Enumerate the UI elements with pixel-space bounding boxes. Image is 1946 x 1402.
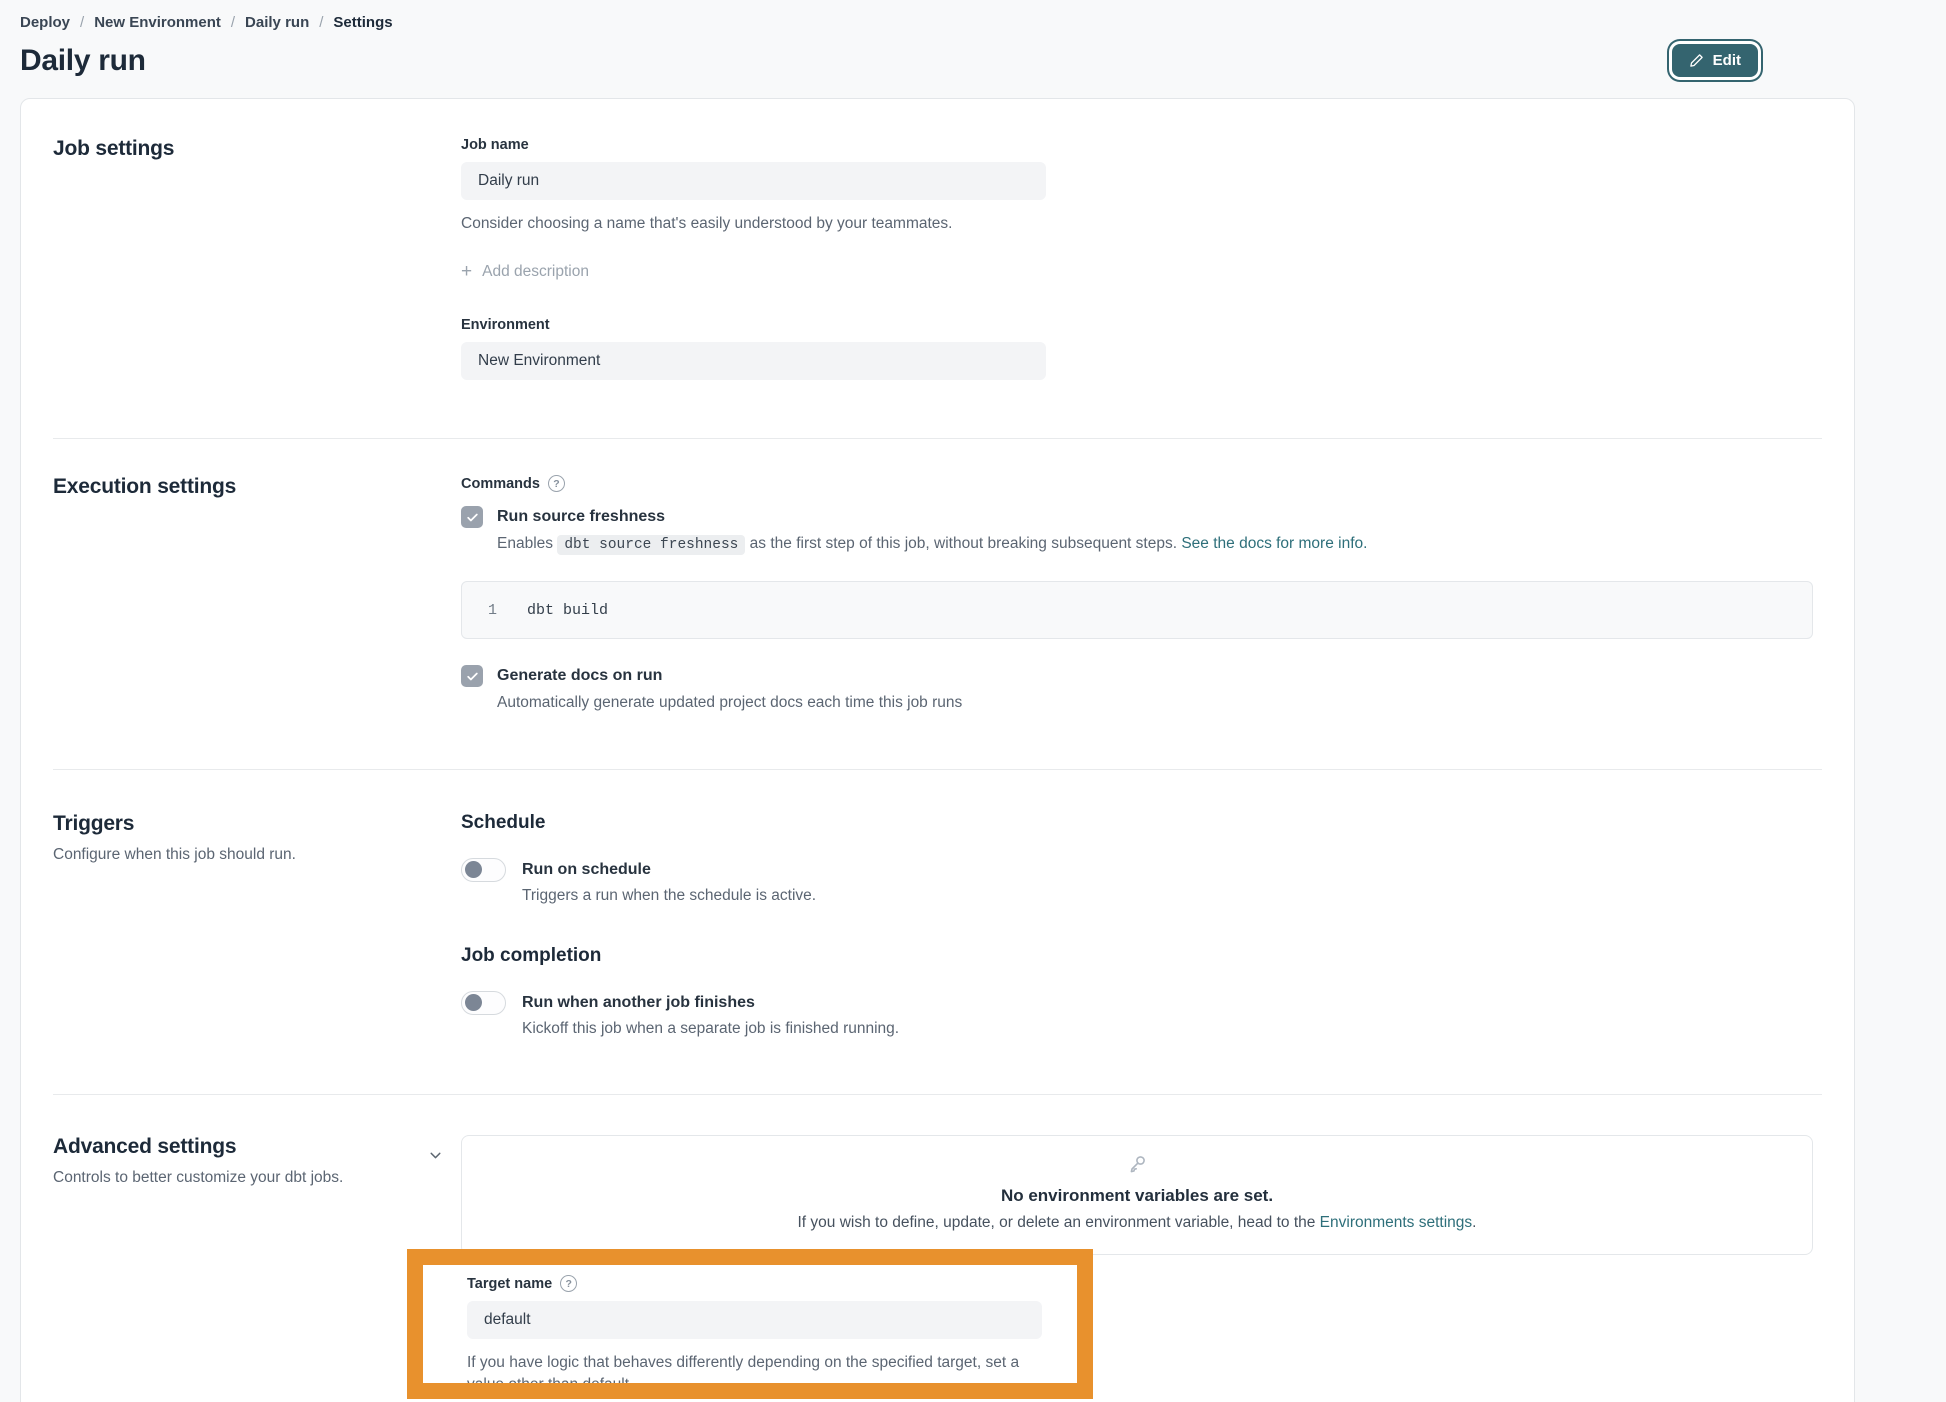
environments-settings-link[interactable]: Environments settings xyxy=(1320,1214,1473,1231)
generate-docs-row: Generate docs on run xyxy=(461,665,1822,687)
section-triggers: Triggers Configure when this job should … xyxy=(53,769,1822,1094)
breadcrumb-settings-current: Settings xyxy=(333,14,392,31)
generate-docs-desc: Automatically generate updated project d… xyxy=(497,691,1822,715)
job-name-label: Job name xyxy=(461,137,1822,153)
section-advanced-settings: Advanced settings Controls to better cus… xyxy=(53,1094,1822,1402)
breadcrumb-separator: / xyxy=(231,14,235,31)
target-name-helper: If you have logic that behaves different… xyxy=(467,1352,1057,1383)
add-description-label: Add description xyxy=(482,263,589,281)
edit-button[interactable]: Edit xyxy=(1672,44,1758,77)
breadcrumb-separator: / xyxy=(319,14,323,31)
run-when-job-finishes-label: Run when another job finishes xyxy=(522,992,755,1014)
run-source-freshness-desc: Enables dbt source freshness as the firs… xyxy=(497,532,1822,557)
pencil-icon xyxy=(1689,53,1704,68)
run-on-schedule-desc: Triggers a run when the schedule is acti… xyxy=(522,887,1822,905)
env-info-post: . xyxy=(1472,1214,1476,1231)
breadcrumb-deploy[interactable]: Deploy xyxy=(20,14,70,31)
env-variables-empty-info: If you wish to define, update, or delete… xyxy=(482,1214,1792,1232)
commands-code-editor[interactable]: 1 dbt build xyxy=(461,581,1813,639)
target-name-input[interactable] xyxy=(467,1301,1042,1339)
page-header: Deploy / New Environment / Daily run / S… xyxy=(0,0,1855,78)
check-icon xyxy=(466,670,479,683)
target-name-group: Target name ? If you have logic that beh… xyxy=(423,1265,1077,1383)
generate-docs-checkbox[interactable] xyxy=(461,665,483,687)
add-description-button[interactable]: + Add description xyxy=(461,263,589,281)
code-line-number: 1 xyxy=(488,602,497,619)
annotation-highlight-box: Target name ? If you have logic that beh… xyxy=(407,1249,1093,1399)
run-source-freshness-checkbox[interactable] xyxy=(461,506,483,528)
environment-input[interactable] xyxy=(461,342,1046,380)
section-job-settings: Job settings Job name Consider choosing … xyxy=(53,99,1822,438)
breadcrumb: Deploy / New Environment / Daily run / S… xyxy=(20,14,1855,31)
triggers-heading: Triggers xyxy=(53,812,461,836)
run-when-job-finishes-row: Run when another job finishes xyxy=(461,991,1822,1015)
run-when-job-finishes-toggle[interactable] xyxy=(461,991,506,1015)
inline-code-chip: dbt source freshness xyxy=(557,535,745,555)
collapse-section-button[interactable] xyxy=(427,1147,444,1167)
edit-button-label: Edit xyxy=(1713,52,1741,69)
execution-settings-heading: Execution settings xyxy=(53,475,461,499)
run-on-schedule-toggle[interactable] xyxy=(461,858,506,882)
job-name-helper: Consider choosing a name that's easily u… xyxy=(461,213,1822,235)
env-variables-empty-card: No environment variables are set. If you… xyxy=(461,1135,1813,1255)
toggle-knob xyxy=(465,861,482,878)
run-source-freshness-label: Run source freshness xyxy=(497,506,665,528)
job-name-input[interactable] xyxy=(461,162,1046,200)
breadcrumb-separator: / xyxy=(80,14,84,31)
freshness-desc-pre: Enables xyxy=(497,535,553,552)
advanced-settings-heading: Advanced settings xyxy=(53,1135,461,1159)
settings-card: Job settings Job name Consider choosing … xyxy=(20,98,1855,1402)
plus-icon: + xyxy=(461,265,472,279)
breadcrumb-job[interactable]: Daily run xyxy=(245,14,309,31)
chevron-down-icon xyxy=(427,1147,444,1164)
target-name-label: Target name xyxy=(467,1276,552,1292)
commands-label: Commands xyxy=(461,476,540,492)
check-icon xyxy=(466,511,479,524)
section-execution-settings: Execution settings Commands ? Run source… xyxy=(53,438,1822,769)
generate-docs-label: Generate docs on run xyxy=(497,665,662,687)
env-info-pre: If you wish to define, update, or delete… xyxy=(798,1214,1320,1231)
run-on-schedule-row: Run on schedule xyxy=(461,858,1822,882)
environment-label: Environment xyxy=(461,317,1822,333)
docs-link[interactable]: See the docs for more info. xyxy=(1181,535,1367,552)
job-settings-heading: Job settings xyxy=(53,137,461,161)
run-on-schedule-label: Run on schedule xyxy=(522,859,651,881)
advanced-settings-subtitle: Controls to better customize your dbt jo… xyxy=(53,1169,461,1187)
breadcrumb-environment[interactable]: New Environment xyxy=(94,14,221,31)
env-variables-empty-title: No environment variables are set. xyxy=(482,1186,1792,1206)
help-icon[interactable]: ? xyxy=(560,1275,577,1292)
schedule-heading: Schedule xyxy=(461,812,1822,834)
page-title: Daily run xyxy=(20,44,1855,78)
run-when-job-finishes-desc: Kickoff this job when a separate job is … xyxy=(522,1020,1822,1038)
run-source-freshness-row: Run source freshness xyxy=(461,506,1822,528)
key-icon xyxy=(1125,1152,1149,1181)
triggers-subtitle: Configure when this job should run. xyxy=(53,846,461,864)
job-completion-heading: Job completion xyxy=(461,945,1822,967)
help-icon[interactable]: ? xyxy=(548,475,565,492)
freshness-desc-post: as the first step of this job, without b… xyxy=(750,535,1177,552)
code-line-text: dbt build xyxy=(527,602,608,619)
toggle-knob xyxy=(465,994,482,1011)
